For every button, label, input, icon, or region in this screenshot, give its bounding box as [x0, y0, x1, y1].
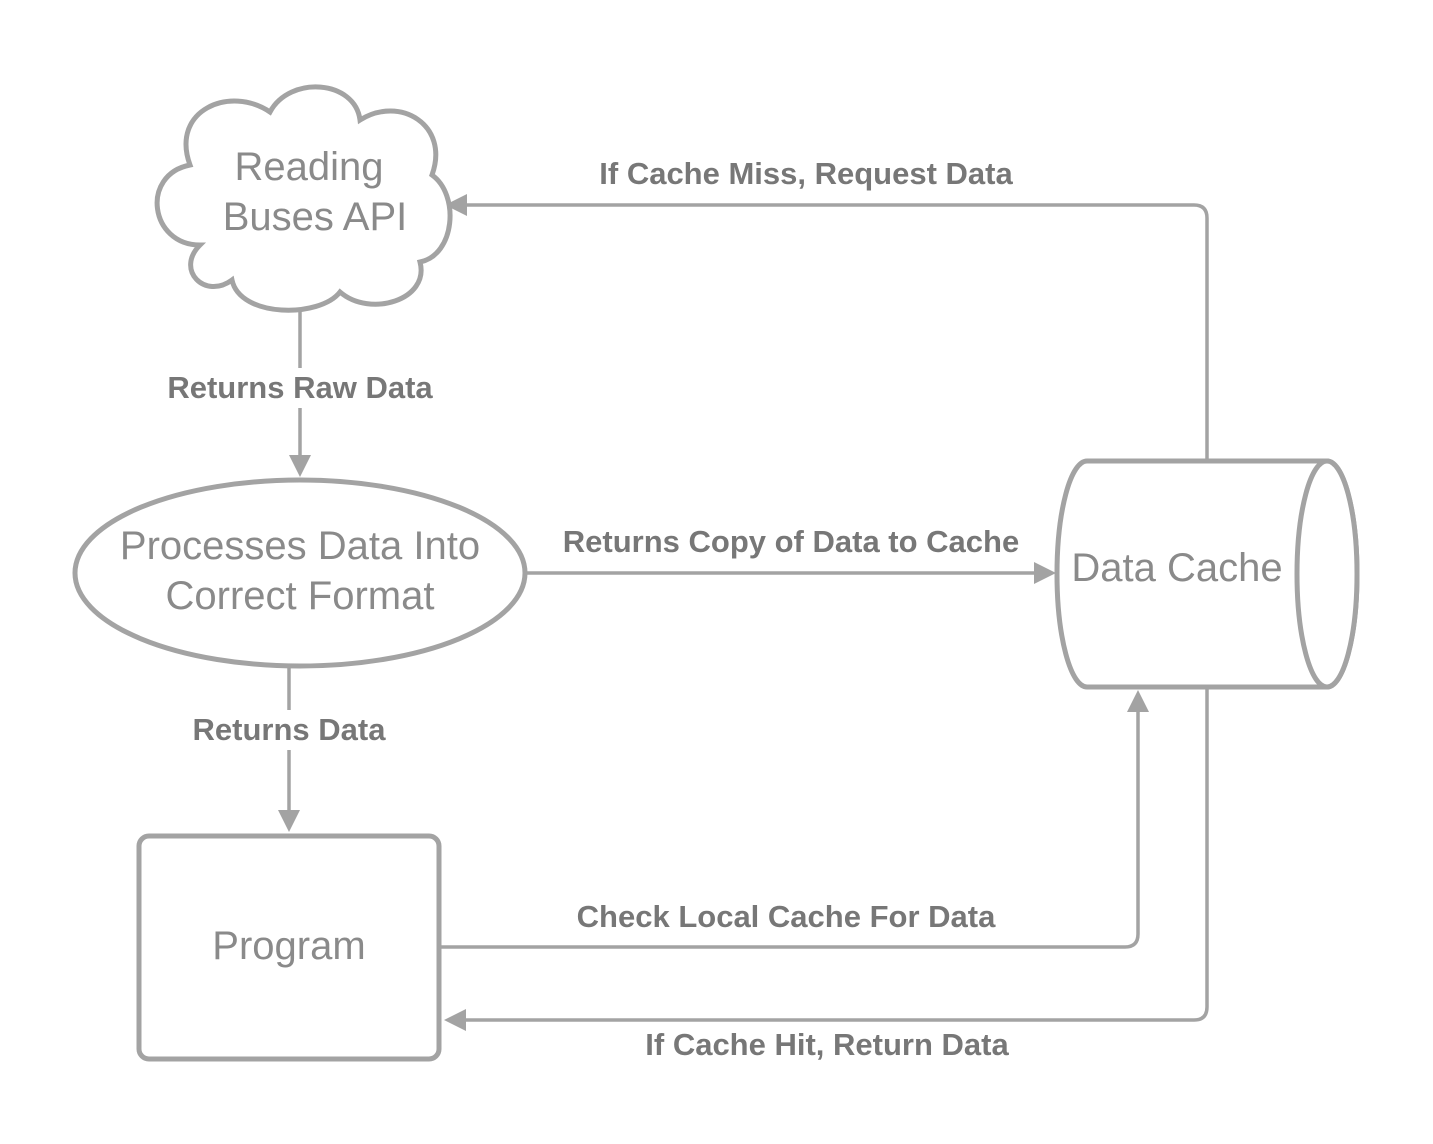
arrowhead — [1127, 690, 1149, 712]
arrowhead — [1034, 562, 1056, 584]
arrowhead — [289, 455, 311, 477]
edge-check-cache: Check Local Cache For Data — [440, 690, 1149, 949]
process-label-line1: Processes Data Into — [120, 524, 480, 568]
api-label-line1: Reading — [234, 145, 383, 189]
api-label-line2: Buses API — [223, 195, 408, 239]
edge-label-copy-to-cache: Returns Copy of Data to Cache — [563, 524, 1019, 559]
flow-diagram: Returns Raw Data Returns Data Returns Co… — [72, 84, 1360, 1062]
edge-returns-data: Returns Data — [175, 666, 403, 832]
edge-line — [467, 203, 1209, 461]
program-label: Program — [212, 924, 365, 968]
edge-label-cache-miss: If Cache Miss, Request Data — [599, 156, 1013, 191]
process-label-line2: Correct Format — [166, 574, 435, 618]
ellipse-shape — [72, 477, 528, 669]
node-process-data: Processes Data Into Correct Format — [72, 477, 528, 669]
edge-line — [466, 687, 1209, 1022]
node-program: Program — [136, 833, 442, 1062]
edge-cache-hit: If Cache Hit, Return Data — [444, 687, 1209, 1062]
edge-label-cache-hit: If Cache Hit, Return Data — [645, 1027, 1009, 1062]
edge-copy-to-cache: Returns Copy of Data to Cache — [525, 524, 1056, 584]
node-reading-buses-api: Reading Buses API — [154, 84, 453, 313]
edge-label-raw-data: Returns Raw Data — [167, 370, 433, 405]
cache-label: Data Cache — [1071, 546, 1282, 590]
edge-returns-raw-data: Returns Raw Data — [150, 305, 450, 477]
edge-cache-miss: If Cache Miss, Request Data — [445, 156, 1209, 461]
edge-label-returns-data: Returns Data — [193, 712, 387, 747]
arrowhead — [444, 1009, 466, 1031]
node-data-cache: Data Cache — [1054, 458, 1360, 690]
edge-label-check-cache: Check Local Cache For Data — [577, 899, 996, 934]
cylinder-end — [1294, 458, 1360, 690]
arrowhead — [278, 810, 300, 832]
